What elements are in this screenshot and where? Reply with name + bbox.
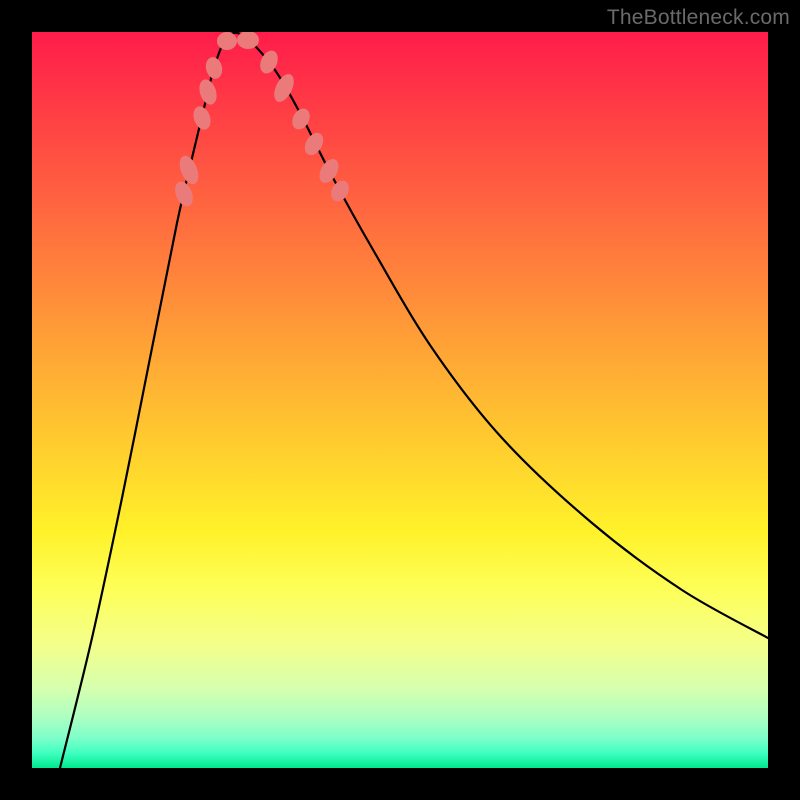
watermark-text: TheBottleneck.com <box>607 6 790 30</box>
data-point <box>196 77 219 107</box>
plot-area <box>32 32 768 768</box>
data-point <box>328 177 353 204</box>
data-point <box>289 106 313 133</box>
data-point <box>204 55 225 80</box>
marker-group <box>172 32 353 209</box>
data-point <box>316 156 343 187</box>
bottleneck-curve-path <box>60 33 768 768</box>
data-point <box>190 104 213 132</box>
chart-svg <box>32 32 768 768</box>
data-point <box>301 130 327 159</box>
data-point <box>217 32 237 50</box>
chart-frame: TheBottleneck.com <box>0 0 800 800</box>
bottleneck-curve <box>60 33 768 768</box>
